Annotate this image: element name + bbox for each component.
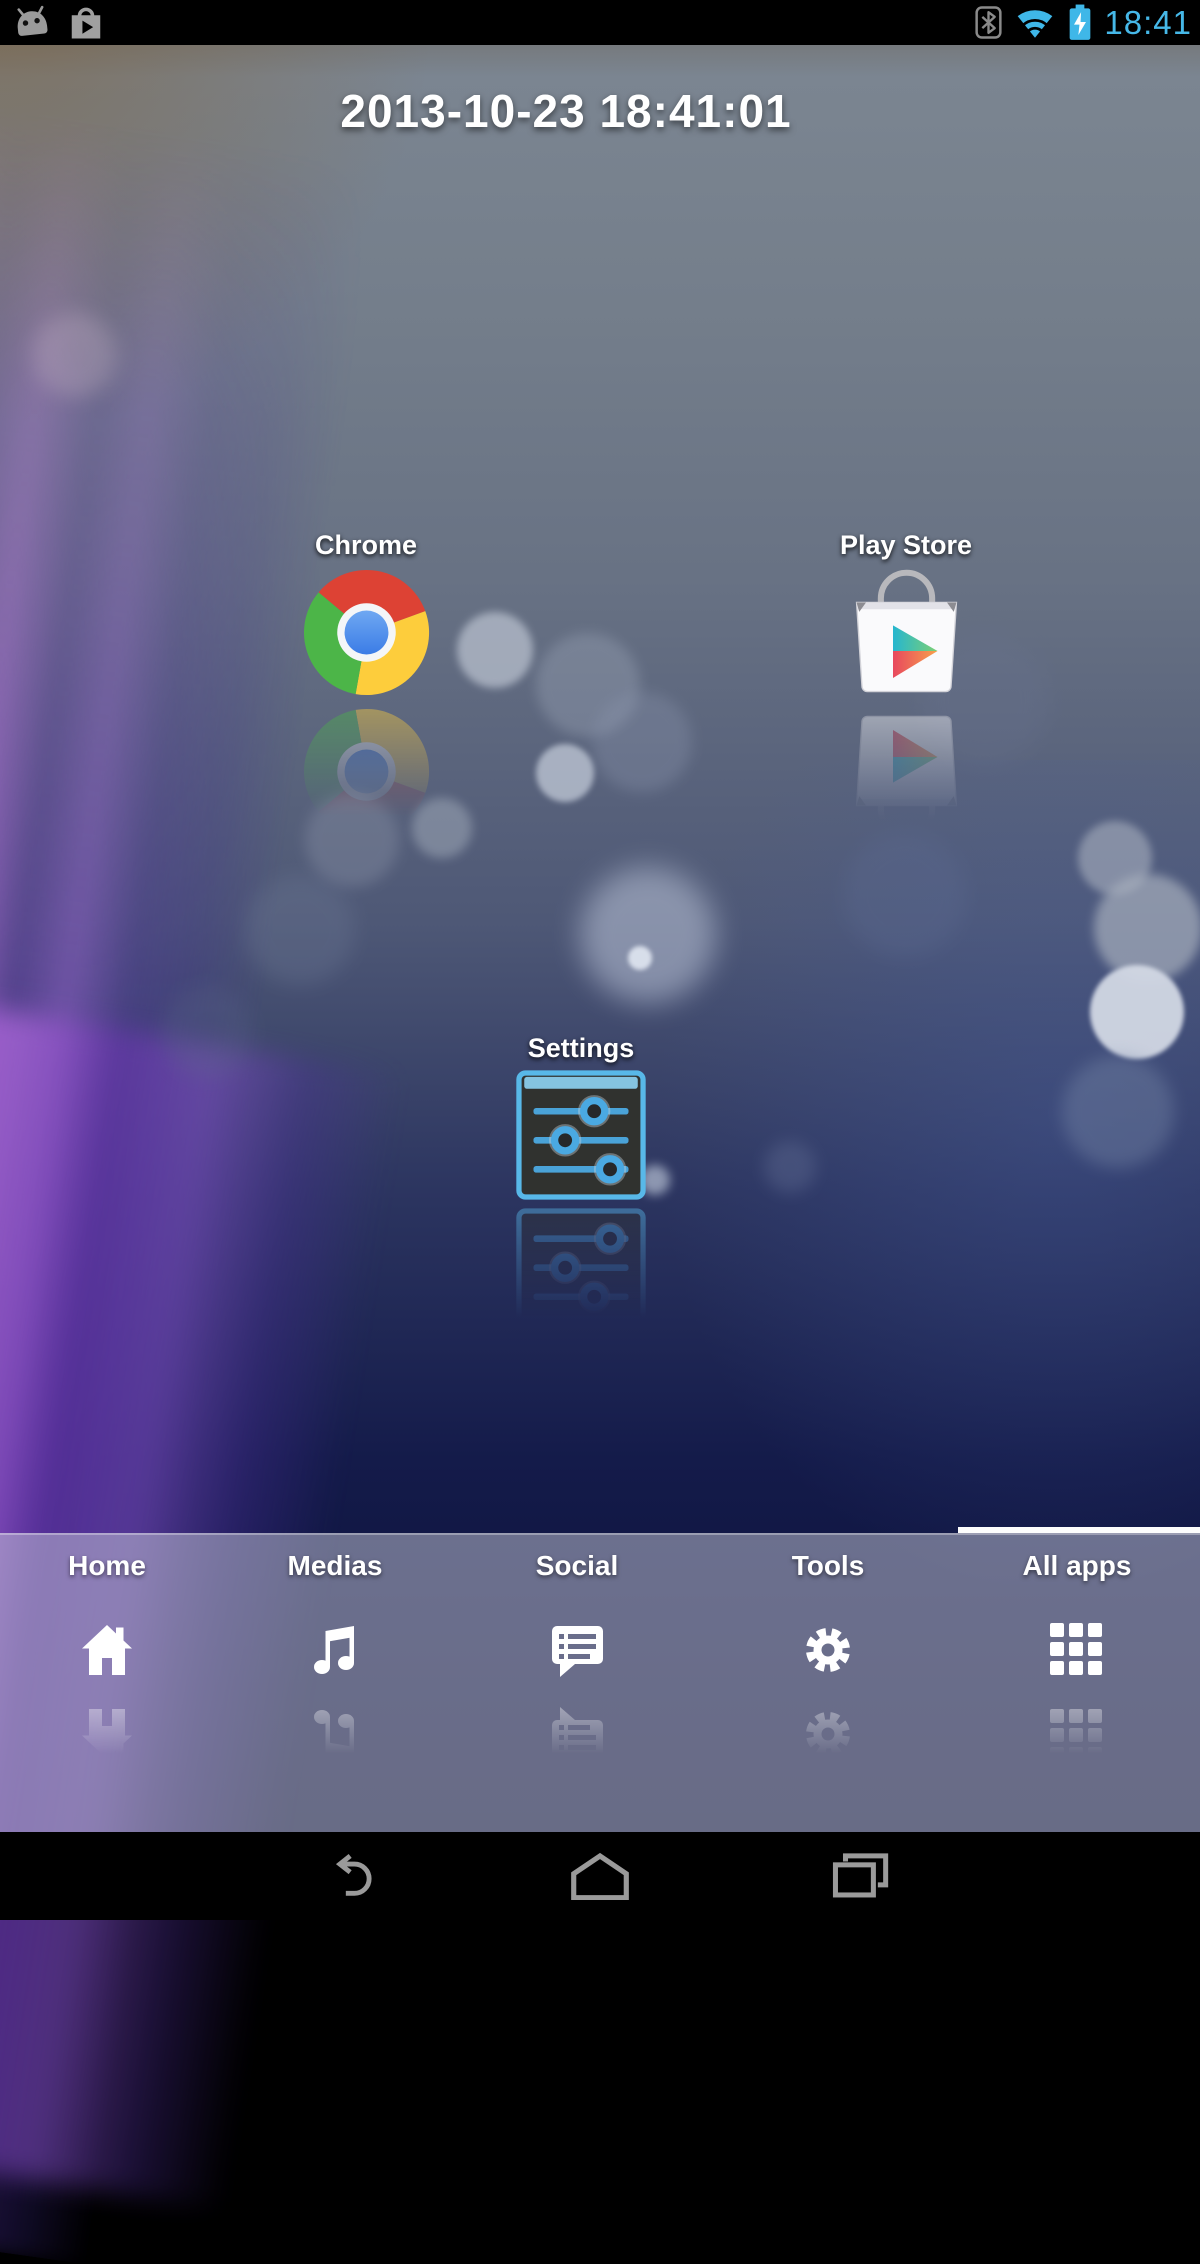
home-icon-reflection — [77, 1705, 137, 1763]
bokeh-circle — [843, 833, 967, 957]
bokeh-circle — [1062, 1056, 1174, 1168]
back-button[interactable] — [288, 1832, 408, 1920]
chat-list-bubble-icon — [548, 1621, 606, 1679]
notification-icons[interactable] — [12, 4, 104, 42]
back-arrow-icon — [322, 1853, 374, 1899]
dock-item-label: Medias — [288, 1549, 383, 1583]
bluetooth-icon — [975, 6, 1002, 39]
dock-item-label: Tools — [792, 1549, 865, 1583]
play-store-icon — [839, 566, 974, 701]
music-note-icon-reflection — [306, 1705, 364, 1763]
settings-icon-reflection — [515, 1207, 647, 1339]
clock-widget[interactable]: 2013-10-23 18:41:01 — [0, 84, 1132, 138]
app-label: Play Store — [840, 527, 972, 563]
bokeh-circle — [457, 612, 533, 688]
dock-panel: Home Medias — [0, 1533, 1200, 1834]
dock-item-label: Home — [68, 1549, 146, 1583]
dock-item-home[interactable]: Home — [12, 1549, 202, 1763]
settings-icon — [515, 1069, 647, 1201]
chat-list-bubble-icon-reflection — [548, 1705, 606, 1763]
bokeh-circle — [1090, 965, 1184, 1059]
music-note-icon — [306, 1621, 364, 1679]
clock-widget-text: 2013-10-23 18:41:01 — [340, 85, 791, 137]
dock-item-all-apps[interactable]: All apps — [982, 1549, 1172, 1763]
android-robot-icon — [12, 6, 52, 40]
bokeh-circle — [628, 946, 652, 970]
bokeh-circle — [536, 744, 594, 802]
bokeh-circle — [245, 875, 355, 985]
dock-page-indicator — [958, 1527, 1200, 1533]
app-chrome[interactable]: Chrome — [266, 527, 466, 838]
bokeh-circle — [592, 692, 692, 792]
app-label: Chrome — [315, 527, 417, 563]
gear-icon — [799, 1621, 857, 1679]
play-store-notification-icon — [68, 4, 104, 42]
status-time: 18:41 — [1104, 0, 1192, 45]
app-settings[interactable]: Settings — [481, 1030, 681, 1339]
chrome-icon-reflection — [300, 705, 433, 838]
bokeh-circle — [162, 986, 254, 1078]
bokeh-circle — [764, 1141, 816, 1193]
status-bar: 18:41 — [0, 0, 1200, 45]
home-icon — [77, 1621, 137, 1679]
recent-apps-icon — [831, 1852, 889, 1900]
home-button[interactable] — [540, 1832, 660, 1920]
app-play-store[interactable]: Play Store — [806, 527, 1006, 842]
battery-charging-icon — [1068, 4, 1092, 41]
chrome-icon — [300, 566, 433, 699]
dock-item-label: All apps — [1023, 1549, 1132, 1583]
play-store-icon-reflection — [839, 707, 974, 842]
recents-button[interactable] — [800, 1832, 920, 1920]
home-outline-icon — [568, 1852, 632, 1900]
dock-item-medias[interactable]: Medias — [240, 1549, 430, 1763]
status-indicators: 18:41 — [975, 0, 1192, 45]
bokeh-circle — [33, 313, 117, 397]
wifi-icon — [1014, 6, 1056, 40]
app-grid-icon-reflection — [1048, 1705, 1106, 1763]
app-label: Settings — [528, 1030, 635, 1066]
gear-icon-reflection — [799, 1705, 857, 1763]
app-grid-icon — [1048, 1621, 1106, 1679]
dock-item-label: Social — [536, 1549, 618, 1583]
bokeh-circle — [580, 867, 716, 1003]
dock-item-social[interactable]: Social — [482, 1549, 672, 1763]
dock-item-tools[interactable]: Tools — [733, 1549, 923, 1763]
navigation-bar — [0, 1832, 1200, 1920]
android-home-screen: 18:41 2013-10-23 18:41:01 Chrome — [0, 0, 1200, 1920]
